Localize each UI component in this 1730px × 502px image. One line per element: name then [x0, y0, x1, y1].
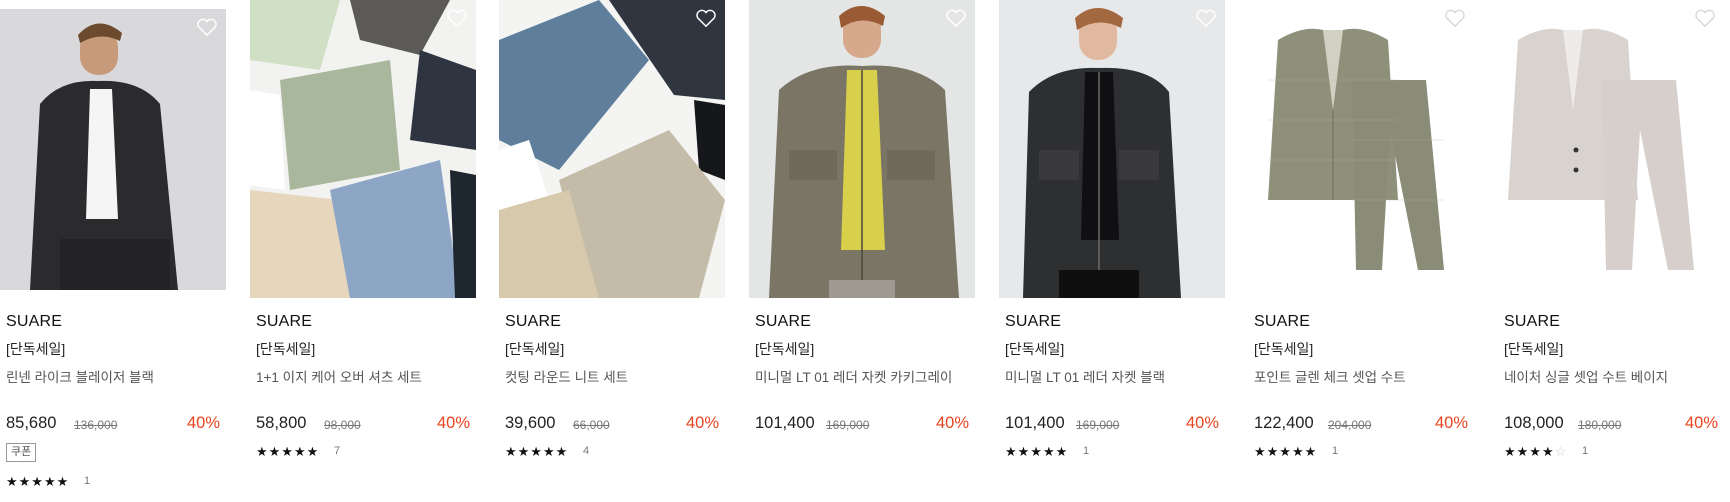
price-row: 101,400 169,000 40%: [1005, 414, 1219, 436]
brand-name[interactable]: SUARE: [505, 313, 561, 331]
wishlist-heart-icon[interactable]: [945, 8, 967, 28]
review-count: 7: [334, 445, 341, 457]
product-card[interactable]: SUARE [단독세일] 1+1 이지 케어 오버 셔츠 세트 58,800 9…: [250, 0, 476, 502]
product-card[interactable]: SUARE [단독세일] 컷팅 라운드 니트 세트 39,600 66,000 …: [499, 0, 725, 502]
price-row: 101,400 169,000 40%: [755, 414, 969, 436]
original-price: 169,000: [1076, 418, 1120, 432]
sale-tag: [단독세일]: [256, 341, 316, 357]
wishlist-heart-icon[interactable]: [695, 8, 717, 28]
wishlist-heart-icon[interactable]: [1444, 8, 1466, 28]
product-card[interactable]: SUARE [단독세일] 린넨 라이크 블레이저 블랙 85,680 136,0…: [0, 0, 226, 502]
rating-stars: ★★★★★: [6, 474, 70, 489]
discount-rate: 40%: [186, 414, 220, 432]
product-name[interactable]: 포인트 글렌 체크 셋업 수트: [1254, 366, 1406, 386]
brand-name[interactable]: SUARE: [256, 313, 312, 331]
brand-name[interactable]: SUARE: [1005, 313, 1061, 331]
rating-stars: ★★★★★: [505, 444, 569, 459]
sale-tag: [단독세일]: [755, 341, 815, 357]
product-card[interactable]: SUARE [단독세일] 네이처 싱글 셋업 수트 베이지 108,000 18…: [1498, 0, 1724, 502]
price-row: 39,600 66,000 40%: [505, 414, 719, 436]
sale-tag: [단독세일]: [1504, 341, 1564, 357]
discount-rate: 40%: [935, 414, 969, 432]
product-image[interactable]: [0, 9, 226, 290]
product-card[interactable]: SUARE [단독세일] 미니멀 LT 01 레더 자켓 블랙 101,400 …: [999, 0, 1225, 502]
product-name[interactable]: 미니멀 LT 01 레더 자켓 카키그레이: [755, 366, 952, 386]
sale-price: 39,600: [505, 414, 556, 432]
product-image[interactable]: [999, 0, 1225, 298]
product-image[interactable]: [1248, 0, 1474, 298]
sale-price: 58,800: [256, 414, 307, 432]
product-image[interactable]: [1498, 0, 1724, 298]
sale-tag: [단독세일]: [1254, 341, 1314, 357]
sale-tag: [단독세일]: [6, 341, 66, 357]
sale-price: 101,400: [1005, 414, 1065, 432]
review-count: 1: [84, 475, 91, 487]
wishlist-heart-icon[interactable]: [1694, 8, 1716, 28]
discount-rate: 40%: [1185, 414, 1219, 432]
review-count: 1: [1083, 445, 1090, 457]
product-grid: SUARE [단독세일] 린넨 라이크 블레이저 블랙 85,680 136,0…: [0, 0, 1730, 502]
discount-rate: 40%: [685, 414, 719, 432]
review-count: 1: [1582, 445, 1589, 457]
product-name[interactable]: 린넨 라이크 블레이저 블랙: [6, 366, 154, 386]
review-count: 4: [583, 445, 590, 457]
brand-name[interactable]: SUARE: [755, 313, 811, 331]
rating-stars: ★★★★☆: [1504, 444, 1568, 459]
rating-stars: ★★★★★: [1254, 444, 1318, 459]
sale-price: 122,400: [1254, 414, 1314, 432]
product-image[interactable]: [499, 0, 725, 298]
price-row: 85,680 136,000 40%: [6, 414, 220, 436]
wishlist-heart-icon[interactable]: [196, 17, 218, 37]
product-card[interactable]: SUARE [단독세일] 미니멀 LT 01 레더 자켓 카키그레이 101,4…: [749, 0, 975, 502]
price-row: 108,000 180,000 40%: [1504, 414, 1718, 436]
sale-tag: [단독세일]: [1005, 341, 1065, 357]
original-price: 98,000: [324, 418, 361, 432]
price-row: 122,400 204,000 40%: [1254, 414, 1468, 436]
product-name[interactable]: 컷팅 라운드 니트 세트: [505, 366, 628, 386]
discount-rate: 40%: [1684, 414, 1718, 432]
original-price: 169,000: [826, 418, 870, 432]
product-image[interactable]: [250, 0, 476, 298]
sale-price: 101,400: [755, 414, 815, 432]
review-count: 1: [1332, 445, 1339, 457]
product-image[interactable]: [749, 0, 975, 298]
discount-rate: 40%: [1434, 414, 1468, 432]
product-name[interactable]: 1+1 이지 케어 오버 셔츠 세트: [256, 366, 422, 386]
brand-name[interactable]: SUARE: [6, 313, 62, 331]
original-price: 136,000: [74, 418, 118, 432]
sale-price: 108,000: [1504, 414, 1564, 432]
wishlist-heart-icon[interactable]: [446, 8, 468, 28]
rating-stars: ★★★★★: [256, 444, 320, 459]
brand-name[interactable]: SUARE: [1504, 313, 1560, 331]
original-price: 180,000: [1578, 418, 1622, 432]
original-price: 66,000: [573, 418, 610, 432]
rating-stars: ★★★★★: [1005, 444, 1069, 459]
original-price: 204,000: [1328, 418, 1372, 432]
product-card[interactable]: SUARE [단독세일] 포인트 글렌 체크 셋업 수트 122,400 204…: [1248, 0, 1474, 502]
product-name[interactable]: 네이처 싱글 셋업 수트 베이지: [1504, 366, 1668, 386]
coupon-badge: 쿠폰: [6, 443, 37, 462]
wishlist-heart-icon[interactable]: [1195, 8, 1217, 28]
sale-price: 85,680: [6, 414, 57, 432]
product-name[interactable]: 미니멀 LT 01 레더 자켓 블랙: [1005, 366, 1165, 386]
discount-rate: 40%: [436, 414, 470, 432]
sale-tag: [단독세일]: [505, 341, 565, 357]
price-row: 58,800 98,000 40%: [256, 414, 470, 436]
brand-name[interactable]: SUARE: [1254, 313, 1310, 331]
